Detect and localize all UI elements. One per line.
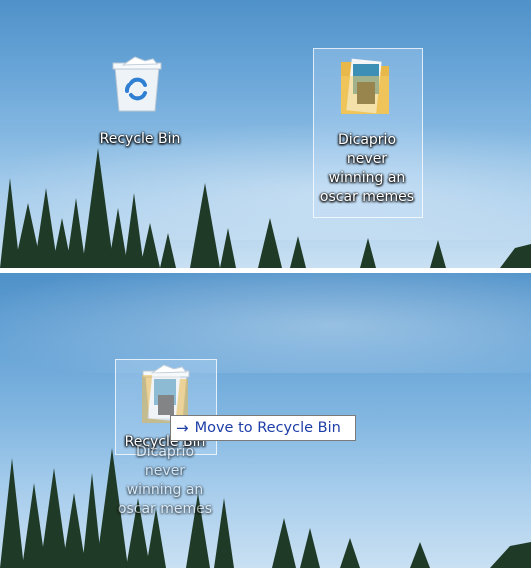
dragged-folder-label-line-2: never [144, 463, 186, 479]
desktop-top-panel: Recycle Bin Dicaprio never winning an os… [0, 0, 531, 268]
drag-move-tooltip: → Move to Recycle Bin [170, 415, 356, 441]
folder-label-line-1: Dicaprio [337, 132, 397, 148]
drag-tooltip-text: Move to Recycle Bin [194, 420, 341, 436]
dragged-folder-label-line-3: winning an [126, 482, 204, 498]
folder-label-line-3: winning an [328, 170, 406, 186]
pine-treeline [0, 148, 531, 268]
dragged-folder-label-line-4: oscar memes [117, 501, 213, 517]
folder-label-line-4: oscar memes [319, 189, 415, 205]
recycle-bin-icon[interactable] [105, 55, 169, 115]
folder-label-line-2: never [346, 151, 388, 167]
folder-icon[interactable] [337, 56, 393, 118]
arrow-right-icon: → [176, 419, 189, 437]
pine-treeline [0, 448, 531, 568]
recycle-bin-label[interactable]: Recycle Bin [85, 130, 195, 149]
dragged-folder-label-line-1: Dicaprio [135, 444, 195, 460]
sky-haze [0, 273, 531, 373]
dragged-folder-label: Dicaprio never winning an oscar memes [103, 443, 227, 519]
folder-label[interactable]: Dicaprio never winning an oscar memes [305, 131, 429, 207]
